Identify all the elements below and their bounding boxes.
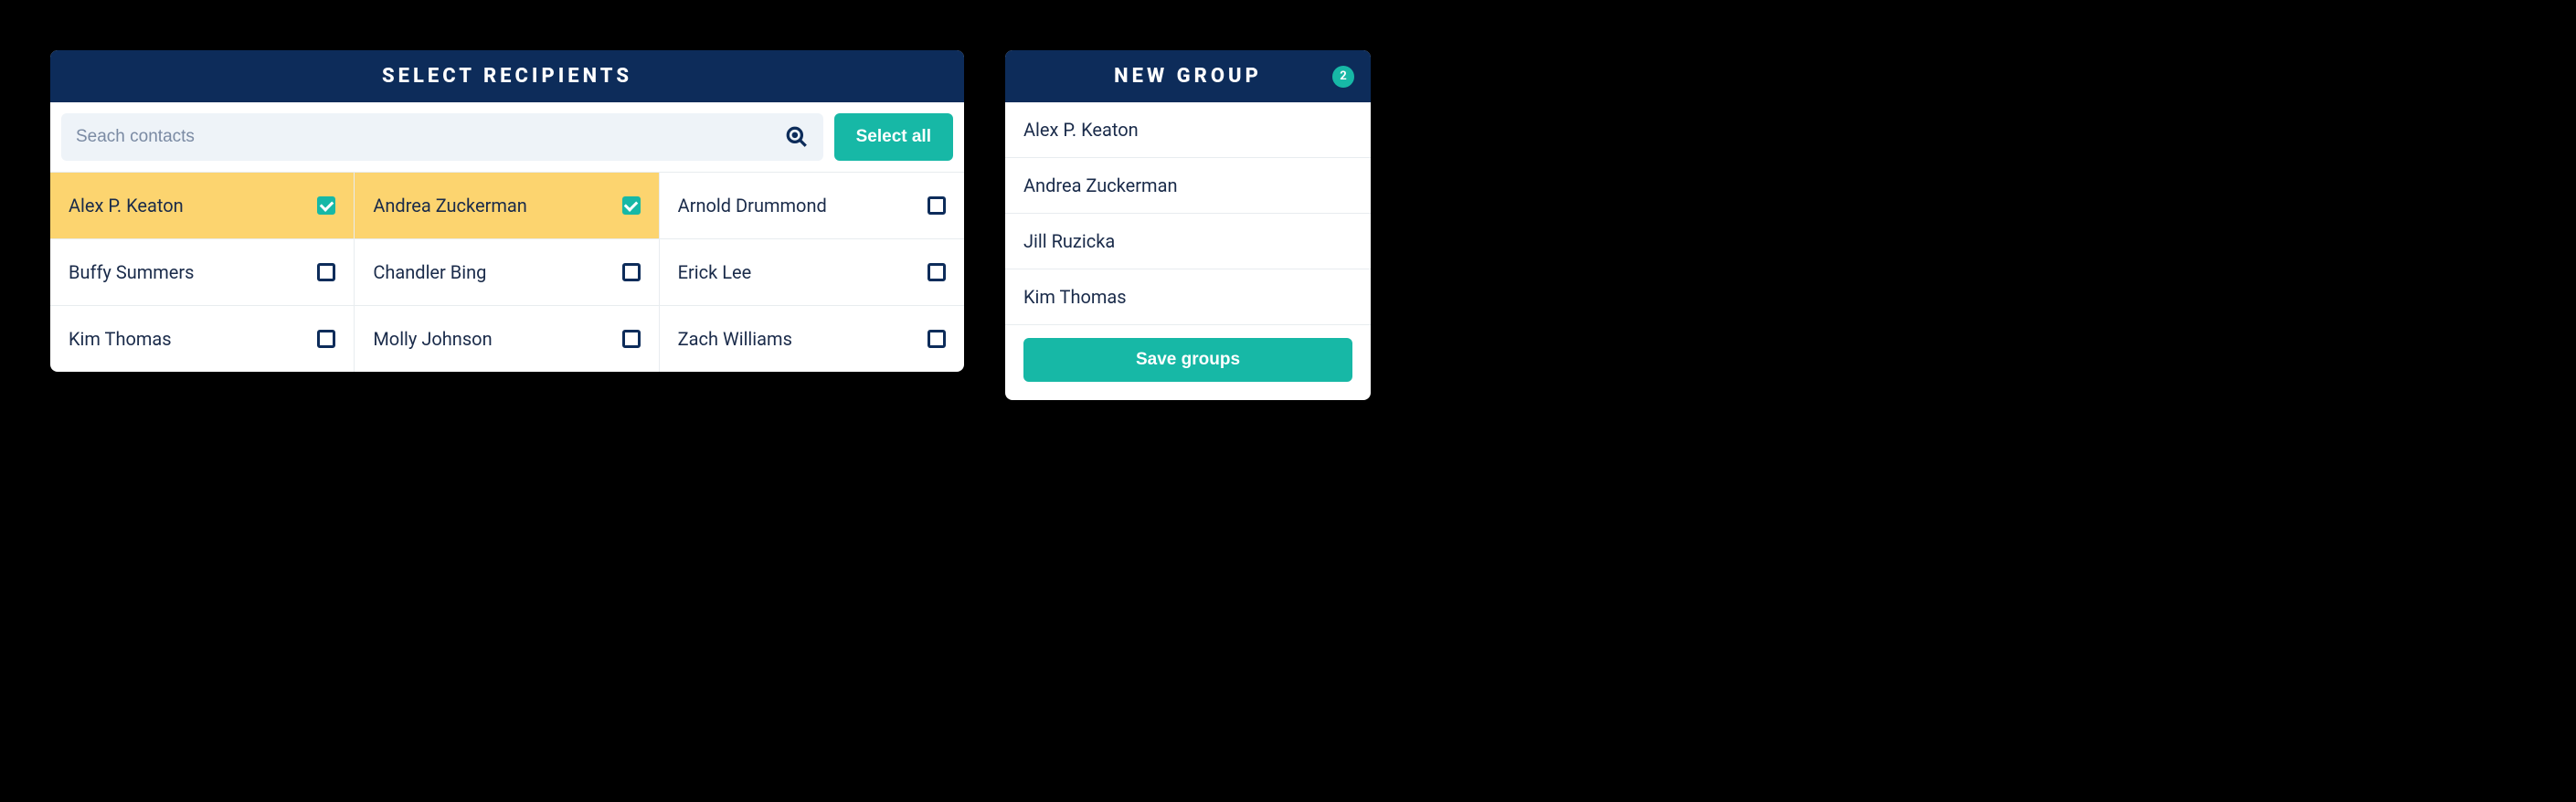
- contact-cell[interactable]: Arnold Drummond: [660, 172, 964, 238]
- contact-checkbox[interactable]: [928, 263, 946, 281]
- contact-cell[interactable]: Alex P. Keaton: [50, 172, 355, 238]
- contact-name: Zach Williams: [678, 328, 792, 350]
- group-members-list: Alex P. KeatonAndrea ZuckermanJill Ruzic…: [1005, 102, 1371, 325]
- select-recipients-card: SELECT RECIPIENTS Select all Alex P. Kea…: [50, 50, 964, 372]
- search-field-wrap[interactable]: [61, 113, 823, 161]
- group-member-item[interactable]: Jill Ruzicka: [1005, 214, 1371, 269]
- contact-cell[interactable]: Chandler Bing: [355, 238, 659, 305]
- group-member-item[interactable]: Alex P. Keaton: [1005, 102, 1371, 158]
- select-all-button[interactable]: Select all: [834, 113, 953, 161]
- contact-checkbox[interactable]: [622, 196, 641, 215]
- group-member-item[interactable]: Kim Thomas: [1005, 269, 1371, 325]
- contact-name: Arnold Drummond: [678, 195, 827, 216]
- contact-cell[interactable]: Erick Lee: [660, 238, 964, 305]
- contact-name: Kim Thomas: [69, 328, 172, 350]
- contact-name: Andrea Zuckerman: [373, 195, 527, 216]
- group-count-badge: 2: [1332, 66, 1354, 88]
- contact-checkbox[interactable]: [928, 330, 946, 348]
- contact-checkbox[interactable]: [928, 196, 946, 215]
- contact-checkbox[interactable]: [622, 263, 641, 281]
- search-icon[interactable]: [785, 125, 809, 149]
- contact-checkbox[interactable]: [317, 263, 335, 281]
- contact-name: Erick Lee: [678, 261, 752, 283]
- contact-name: Buffy Summers: [69, 261, 195, 283]
- group-header: NEW GROUP 2: [1005, 50, 1371, 102]
- contact-cell[interactable]: Molly Johnson: [355, 305, 659, 372]
- contact-checkbox[interactable]: [317, 330, 335, 348]
- contact-checkbox[interactable]: [317, 196, 335, 215]
- contact-name: Chandler Bing: [373, 261, 486, 283]
- contact-cell[interactable]: Andrea Zuckerman: [355, 172, 659, 238]
- recipients-header: SELECT RECIPIENTS: [50, 50, 964, 102]
- contact-name: Alex P. Keaton: [69, 195, 184, 216]
- contacts-grid: Alex P. Keaton Andrea Zuckerman Arnold Dru…: [50, 172, 964, 372]
- save-groups-button[interactable]: Save groups: [1023, 338, 1352, 382]
- group-member-item[interactable]: Andrea Zuckerman: [1005, 158, 1371, 214]
- new-group-card: NEW GROUP 2 Alex P. KeatonAndrea Zuckerm…: [1005, 50, 1371, 400]
- recipients-toolbar: Select all: [50, 102, 964, 172]
- search-input[interactable]: [76, 127, 785, 147]
- contact-checkbox[interactable]: [622, 330, 641, 348]
- group-title: NEW GROUP: [1114, 65, 1262, 88]
- contact-cell[interactable]: Zach Williams: [660, 305, 964, 372]
- contact-name: Molly Johnson: [373, 328, 492, 350]
- contact-cell[interactable]: Buffy Summers: [50, 238, 355, 305]
- group-footer: Save groups: [1005, 325, 1371, 400]
- contact-cell[interactable]: Kim Thomas: [50, 305, 355, 372]
- recipients-title: SELECT RECIPIENTS: [382, 65, 632, 88]
